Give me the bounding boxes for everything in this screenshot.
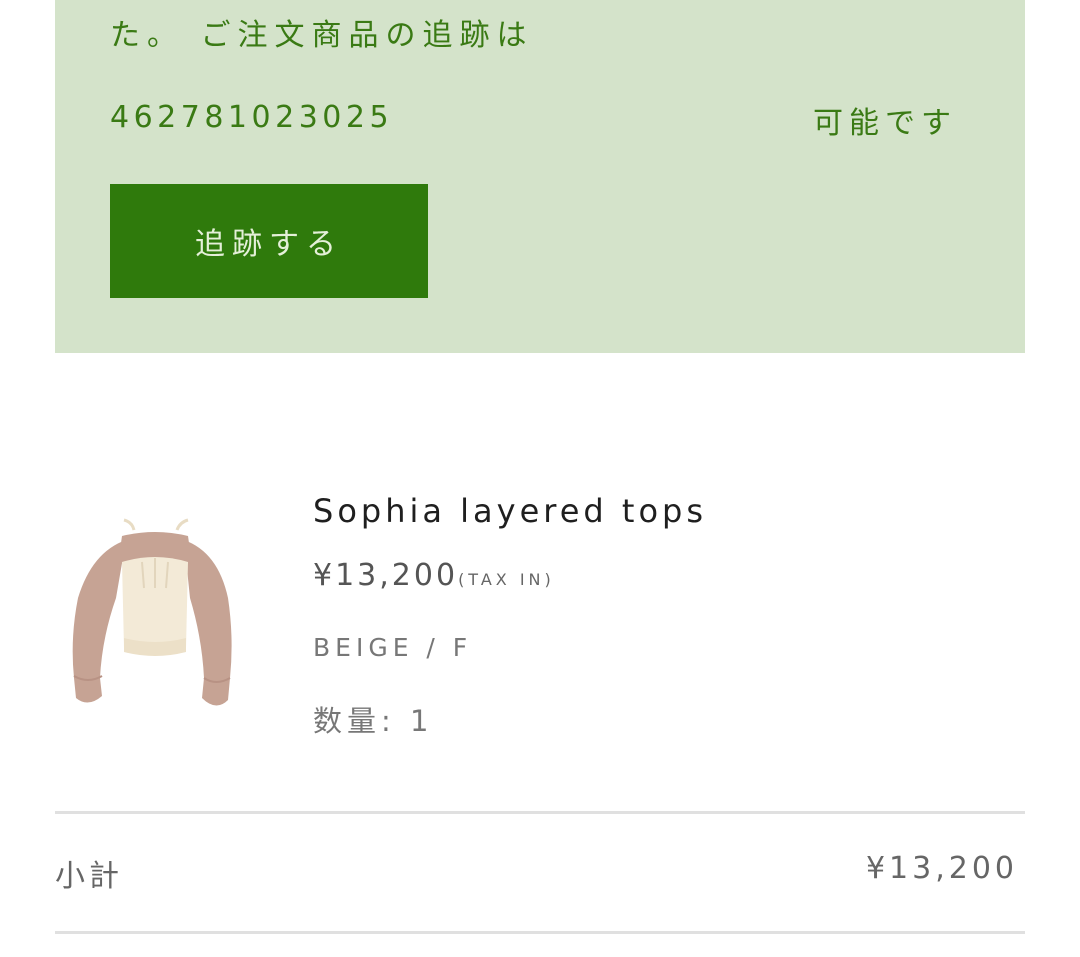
- product-variant: BEIGE / F: [313, 633, 473, 662]
- subtotal-value: ¥13,200: [865, 851, 1018, 886]
- track-button[interactable]: 追跡する: [110, 184, 428, 298]
- product-name[interactable]: Sophia layered tops: [313, 492, 707, 530]
- tracking-number: 462781023025: [110, 100, 394, 135]
- tracking-notice: た。 ご注文商品の追跡は 462781023025 可能です 追跡する: [55, 0, 1025, 353]
- product-image[interactable]: [62, 518, 242, 718]
- notice-text-continued: 可能です: [813, 106, 957, 141]
- product-price-row: ¥13,200(TAX IN): [313, 558, 555, 593]
- notice-text: た。 ご注文商品の追跡は: [110, 18, 534, 53]
- subtotal-label: 小計: [55, 859, 123, 894]
- product-price: ¥13,200: [313, 558, 459, 593]
- sweater-product-image: [72, 518, 232, 706]
- divider: [55, 811, 1025, 814]
- product-quantity: 数量: 1: [313, 704, 434, 738]
- divider: [55, 931, 1025, 934]
- tax-note: (TAX IN): [458, 570, 555, 589]
